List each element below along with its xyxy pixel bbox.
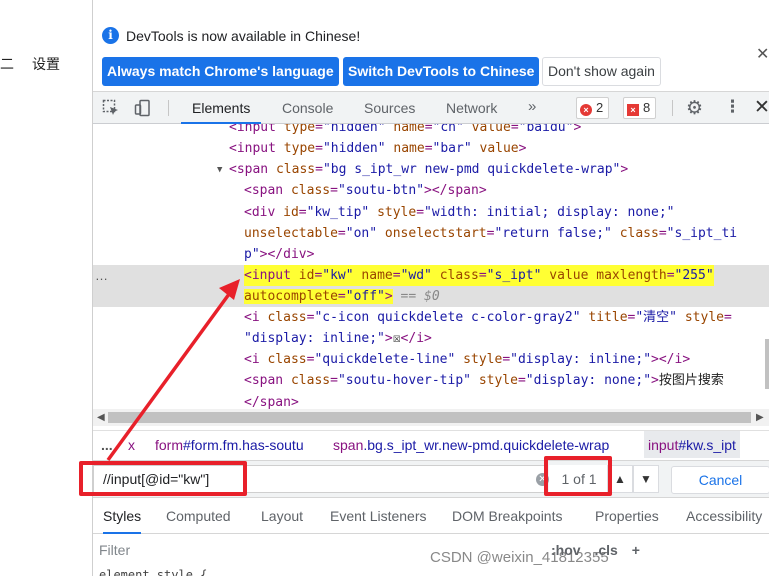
watermark: CSDN @weixin_41812355: [430, 549, 609, 566]
annotation-arrow: [106, 279, 240, 462]
